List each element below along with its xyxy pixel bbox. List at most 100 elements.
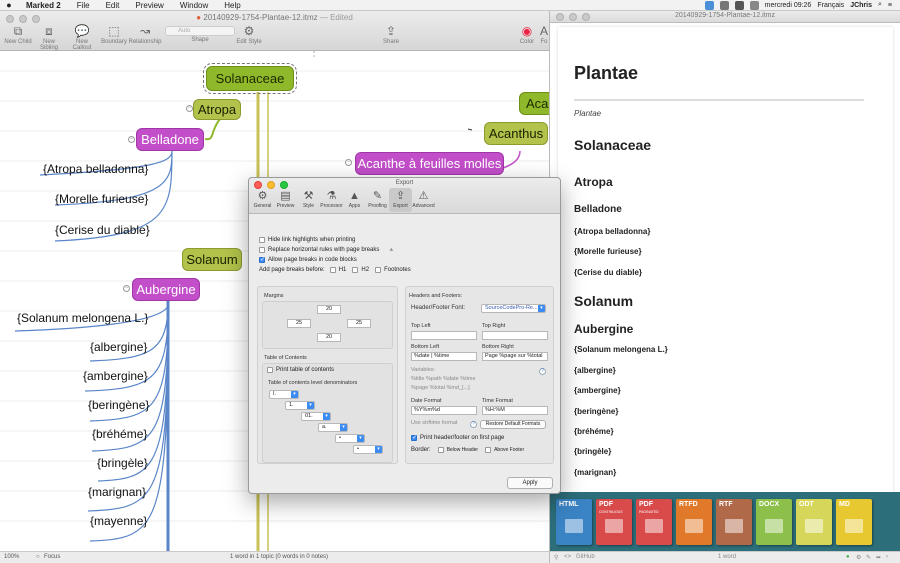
clock[interactable]: mercredi 09:26 bbox=[765, 2, 812, 9]
zoom-level[interactable]: 100% bbox=[4, 554, 19, 560]
variables-help-icon[interactable]: ? bbox=[539, 368, 546, 375]
bottom-left-field[interactable]: %date | %time bbox=[411, 352, 477, 361]
node-aubergine[interactable]: Aubergine bbox=[132, 278, 200, 301]
new-child-button[interactable]: ⧉ New Child bbox=[4, 23, 32, 45]
leaf-bringele[interactable]: {bringèle} bbox=[97, 456, 148, 470]
leaf-albergine[interactable]: {albergine} bbox=[90, 340, 147, 354]
export-format-rtfd[interactable]: RTFD bbox=[676, 498, 712, 545]
menu-window[interactable]: Window bbox=[172, 1, 216, 10]
h2-checkbox[interactable] bbox=[352, 267, 359, 273]
leaf-marignan[interactable]: {marignan} bbox=[88, 485, 146, 499]
search-icon[interactable]: ⌕ bbox=[878, 1, 882, 9]
new-callout-button[interactable]: 💬 New Callout bbox=[66, 23, 98, 51]
wifi-icon[interactable] bbox=[734, 0, 744, 10]
print-first-page-checkbox[interactable] bbox=[411, 434, 417, 441]
edit-style-button[interactable]: ⚙ Edit Style bbox=[234, 23, 264, 45]
node-acanthus[interactable]: Acanthus bbox=[484, 122, 548, 145]
menu-list-icon[interactable]: ≡ bbox=[888, 2, 892, 9]
top-right-field[interactable] bbox=[482, 331, 548, 340]
tab-preview[interactable]: ▤ Preview bbox=[274, 188, 297, 212]
print-toc-checkbox[interactable] bbox=[267, 367, 273, 373]
toc-level-4-select[interactable]: a. ▾ bbox=[318, 423, 348, 432]
export-format-rtf[interactable]: RTF bbox=[716, 498, 752, 545]
tab-export[interactable]: ⇪ Export bbox=[389, 188, 412, 212]
margin-bottom-field[interactable]: 20 bbox=[317, 333, 341, 342]
focus-checkbox[interactable]: ○ bbox=[36, 554, 40, 560]
footnotes-checkbox[interactable] bbox=[375, 267, 382, 273]
edit-icon[interactable]: ✎ bbox=[866, 554, 871, 561]
collapse-toggle-belladone[interactable]: − bbox=[128, 136, 135, 143]
leaf-beringene[interactable]: {beringène} bbox=[88, 398, 149, 412]
tab-apps[interactable]: ▲ Apps bbox=[343, 188, 366, 212]
menu-file[interactable]: File bbox=[69, 1, 98, 10]
apply-button[interactable]: Apply bbox=[507, 477, 553, 489]
tab-style[interactable]: ⚒ Style bbox=[297, 188, 320, 212]
dropbox-icon[interactable] bbox=[704, 0, 714, 10]
tab-general[interactable]: ⚙ General bbox=[251, 188, 274, 212]
share-icon[interactable]: ➦ bbox=[876, 554, 881, 561]
menu-app[interactable]: Marked 2 bbox=[18, 1, 69, 10]
toc-level-3-select[interactable]: 01. ▾ bbox=[301, 412, 331, 421]
node-solanaceae[interactable]: Solanaceae bbox=[203, 63, 297, 94]
h1-checkbox[interactable] bbox=[329, 267, 336, 273]
print-toc-option[interactable]: Print table of contents bbox=[267, 367, 334, 373]
new-sibling-button[interactable]: ⧈ New Sibling bbox=[34, 23, 64, 51]
leaf-cerise[interactable]: {Cerise du diable} bbox=[55, 223, 150, 237]
above-footer-checkbox[interactable] bbox=[485, 447, 492, 453]
replace-rules-checkbox[interactable] bbox=[259, 247, 265, 253]
menu-edit[interactable]: Edit bbox=[98, 1, 128, 10]
processor-label[interactable]: GitHub bbox=[576, 554, 595, 560]
menu-preview[interactable]: Preview bbox=[127, 1, 171, 10]
margin-right-field[interactable]: 25 bbox=[347, 319, 371, 328]
export-format-docx[interactable]: DOCX bbox=[756, 498, 792, 545]
allow-breaks-option[interactable]: Allow page breaks in code blocks bbox=[259, 256, 357, 263]
node-belladone[interactable]: Belladone bbox=[136, 128, 204, 151]
collapse-toggle-atropa[interactable]: − bbox=[186, 105, 193, 112]
export-format-pdf-continuous[interactable]: PDF CONTINUOUS bbox=[596, 498, 632, 545]
boundary-button[interactable]: ⬚ Boundary bbox=[100, 23, 128, 45]
relationship-button[interactable]: ↝ Relationship bbox=[128, 23, 162, 45]
hide-link-option[interactable]: Hide link highlights when printing bbox=[259, 237, 355, 243]
toc-level-5-select[interactable]: • ▾ bbox=[335, 434, 365, 443]
below-header-checkbox[interactable] bbox=[437, 447, 444, 453]
allow-breaks-checkbox[interactable] bbox=[259, 256, 265, 263]
replace-rules-option[interactable]: Replace horizontal rules with page break… bbox=[259, 247, 394, 253]
leaf-brehme[interactable]: {bréhéme} bbox=[92, 427, 147, 441]
tab-processor[interactable]: ⚗ Processor bbox=[320, 188, 343, 212]
export-format-html[interactable]: HTML bbox=[556, 498, 592, 545]
menu-help[interactable]: Help bbox=[216, 1, 248, 10]
date-format-field[interactable]: %Y%m%d bbox=[411, 406, 477, 415]
export-format-pdf-paginated[interactable]: PDF PAGINATED bbox=[636, 498, 672, 545]
bottom-right-field[interactable]: Page %page sur %total bbox=[482, 352, 548, 361]
node-acan[interactable]: Acan bbox=[519, 92, 549, 115]
toc-level-2-select[interactable]: 1. ▾ bbox=[285, 401, 315, 410]
restore-default-formats-button[interactable]: Restore Default Formats bbox=[480, 420, 546, 429]
language-label[interactable]: Français bbox=[817, 2, 844, 9]
leaf-morelle[interactable]: {Morelle furieuse} bbox=[55, 192, 148, 206]
leaf-mayenne[interactable]: {mayenne} bbox=[90, 514, 147, 528]
hide-link-checkbox[interactable] bbox=[259, 237, 265, 243]
leaf-ambergine[interactable]: {ambergine} bbox=[83, 369, 148, 383]
share-button[interactable]: ⇪ Share bbox=[376, 23, 406, 45]
strftime-help-icon[interactable]: ? bbox=[470, 421, 477, 428]
toc-level-6-select[interactable]: • ▾ bbox=[353, 445, 383, 454]
hf-font-select[interactable]: SourceCodePro-Re... ▾ bbox=[481, 304, 546, 313]
time-format-field[interactable]: %H:%M bbox=[482, 406, 548, 415]
code-icon[interactable]: <> bbox=[564, 554, 571, 560]
export-format-md[interactable]: MD bbox=[836, 498, 872, 545]
pin-icon[interactable]: ⚲ bbox=[554, 554, 558, 561]
more-icon[interactable]: › bbox=[886, 554, 888, 560]
volume-icon[interactable] bbox=[749, 0, 759, 10]
margin-top-field[interactable]: 20 bbox=[317, 305, 341, 314]
node-atropa[interactable]: Atropa bbox=[193, 99, 241, 120]
print-first-page-option[interactable]: Print header/footer on first page bbox=[411, 434, 504, 441]
margin-left-field[interactable]: 25 bbox=[287, 319, 311, 328]
toc-level-1-select[interactable]: I. ▾ bbox=[269, 390, 299, 399]
node-solanum[interactable]: Solanum bbox=[182, 248, 242, 271]
top-left-field[interactable] bbox=[411, 331, 477, 340]
color-button[interactable]: ◉ Color bbox=[514, 23, 540, 45]
collapse-toggle-acanthe[interactable]: − bbox=[345, 159, 352, 166]
leaf-solanum-melongena[interactable]: {Solanum melongena L.} bbox=[17, 311, 148, 325]
node-acanthe[interactable]: Acanthe à feuilles molles bbox=[355, 152, 504, 175]
tab-advanced[interactable]: ⚠ Advanced bbox=[412, 188, 435, 212]
